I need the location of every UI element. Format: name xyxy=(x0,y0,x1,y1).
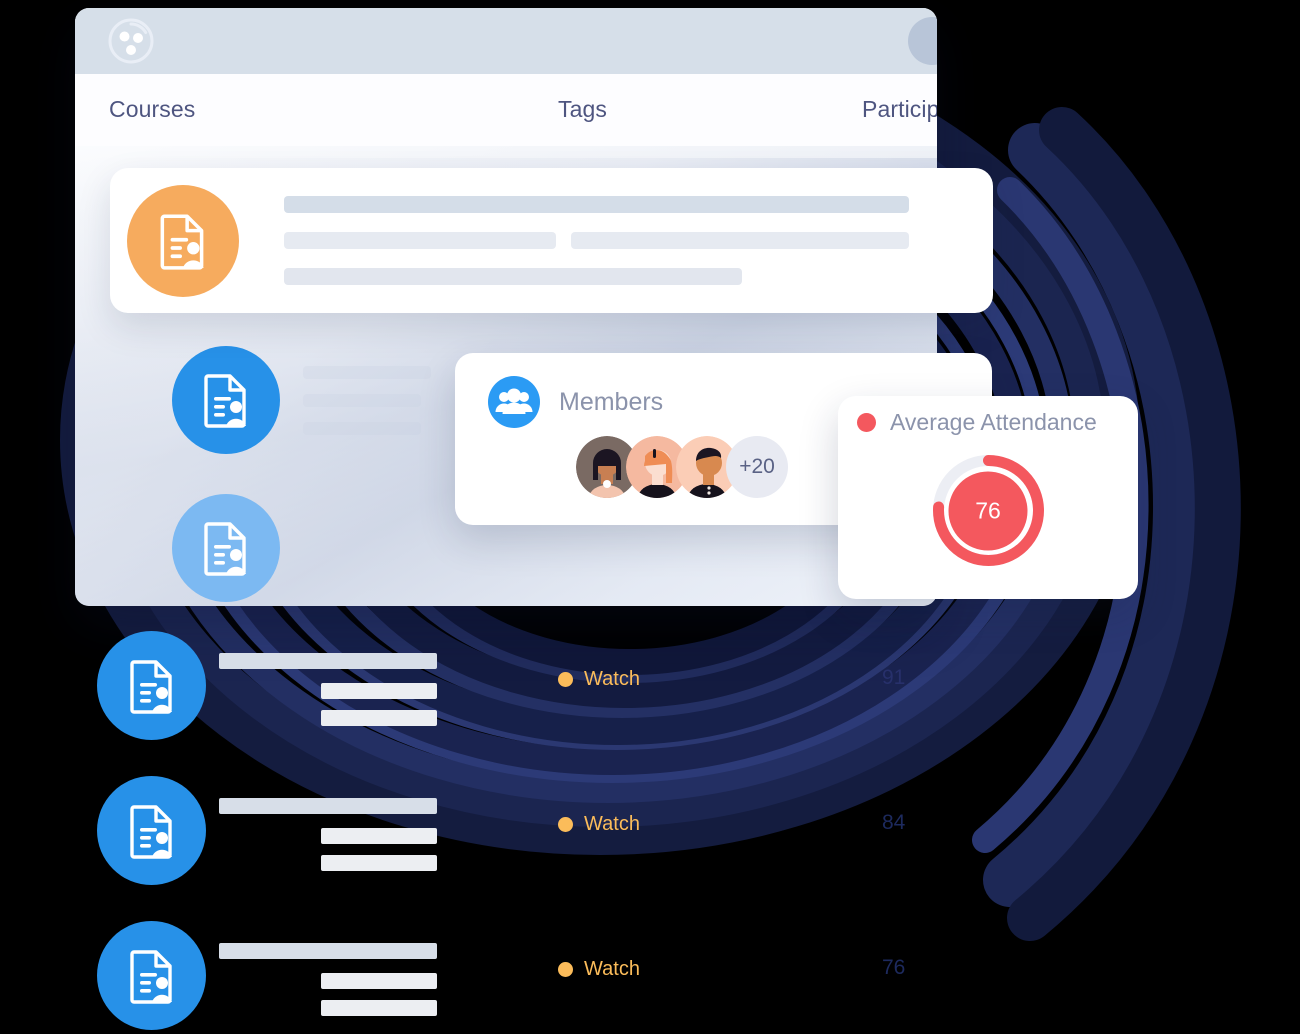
average-attendance-card[interactable]: Average Attendance 76 xyxy=(838,396,1138,599)
column-header-row: Courses Tags Participants xyxy=(75,74,937,146)
tag-dot-icon xyxy=(558,962,573,977)
tag-label: Watch xyxy=(584,668,640,690)
course-tag[interactable]: Watch xyxy=(558,668,640,691)
course-placeholder-lines xyxy=(219,943,437,1016)
attendance-donut-chart: 76 xyxy=(927,449,1050,572)
document-person-icon xyxy=(129,659,172,714)
members-title: Members xyxy=(559,387,664,416)
participants-count: 76 xyxy=(882,956,906,979)
course-icon-circle-1[interactable] xyxy=(172,346,280,454)
tag-label: Watch xyxy=(584,813,640,835)
course-list-row-1[interactable]: Watch 91 xyxy=(0,613,1300,763)
participants-count: 84 xyxy=(882,811,906,834)
attendance-title: Average Attendance xyxy=(890,409,1097,435)
tag-dot-icon xyxy=(558,672,573,687)
header-avatar[interactable] xyxy=(908,17,937,65)
course-list-row-3[interactable]: Watch 76 xyxy=(0,903,1300,1034)
ghost-bar xyxy=(303,394,421,407)
header-user-area[interactable] xyxy=(908,17,937,65)
placeholder-line xyxy=(321,828,437,844)
placeholder-line xyxy=(571,232,909,249)
course-icon-circle[interactable] xyxy=(97,921,206,1030)
course-placeholder-lines xyxy=(219,798,437,871)
placeholder-line xyxy=(284,268,742,285)
document-person-icon xyxy=(160,213,204,270)
document-person-icon xyxy=(129,949,172,1004)
document-person-icon xyxy=(129,804,172,859)
featured-course-icon-circle xyxy=(127,184,239,297)
course-tag[interactable]: Watch xyxy=(558,958,640,981)
placeholder-line xyxy=(321,683,437,699)
placeholder-line xyxy=(321,973,437,989)
illustration-stage: Courses Tags Participants xyxy=(0,0,1300,1034)
document-person-icon xyxy=(204,374,246,428)
status-dot-icon xyxy=(857,413,876,432)
placeholder-line xyxy=(219,798,437,814)
participants-count: 91 xyxy=(882,666,906,689)
app-header-bar xyxy=(75,8,937,74)
featured-course-placeholder-lines xyxy=(284,196,993,285)
attendance-card-header: Average Attendance xyxy=(838,396,1138,436)
ghost-bar xyxy=(303,366,431,379)
members-overflow-badge[interactable]: +20 xyxy=(726,436,788,498)
course-placeholder-lines xyxy=(219,653,437,726)
placeholder-line-group xyxy=(284,232,973,249)
featured-course-card[interactable] xyxy=(110,168,993,313)
document-person-icon xyxy=(204,522,246,576)
placeholder-line xyxy=(284,232,556,249)
placeholder-line xyxy=(219,653,437,669)
course-list-row-2[interactable]: Watch 84 xyxy=(0,758,1300,908)
placeholder-line xyxy=(219,943,437,959)
placeholder-line xyxy=(321,710,437,726)
course-icon-circle-2[interactable] xyxy=(172,494,280,602)
column-header-courses[interactable]: Courses xyxy=(109,96,195,123)
column-header-participants[interactable]: Participants xyxy=(862,96,937,123)
column-header-tags[interactable]: Tags xyxy=(558,96,607,123)
course-icon-circle[interactable] xyxy=(97,776,206,885)
network-people-logo-icon[interactable] xyxy=(108,18,154,64)
course-tag[interactable]: Watch xyxy=(558,813,640,836)
placeholder-line xyxy=(321,1000,437,1016)
tag-dot-icon xyxy=(558,817,573,832)
placeholder-line xyxy=(321,855,437,871)
group-people-icon xyxy=(488,376,540,428)
ghost-bar xyxy=(303,422,421,435)
placeholder-line xyxy=(284,196,909,213)
attendance-value: 76 xyxy=(948,471,1028,550)
tag-label: Watch xyxy=(584,958,640,980)
course-icon-circle[interactable] xyxy=(97,631,206,740)
